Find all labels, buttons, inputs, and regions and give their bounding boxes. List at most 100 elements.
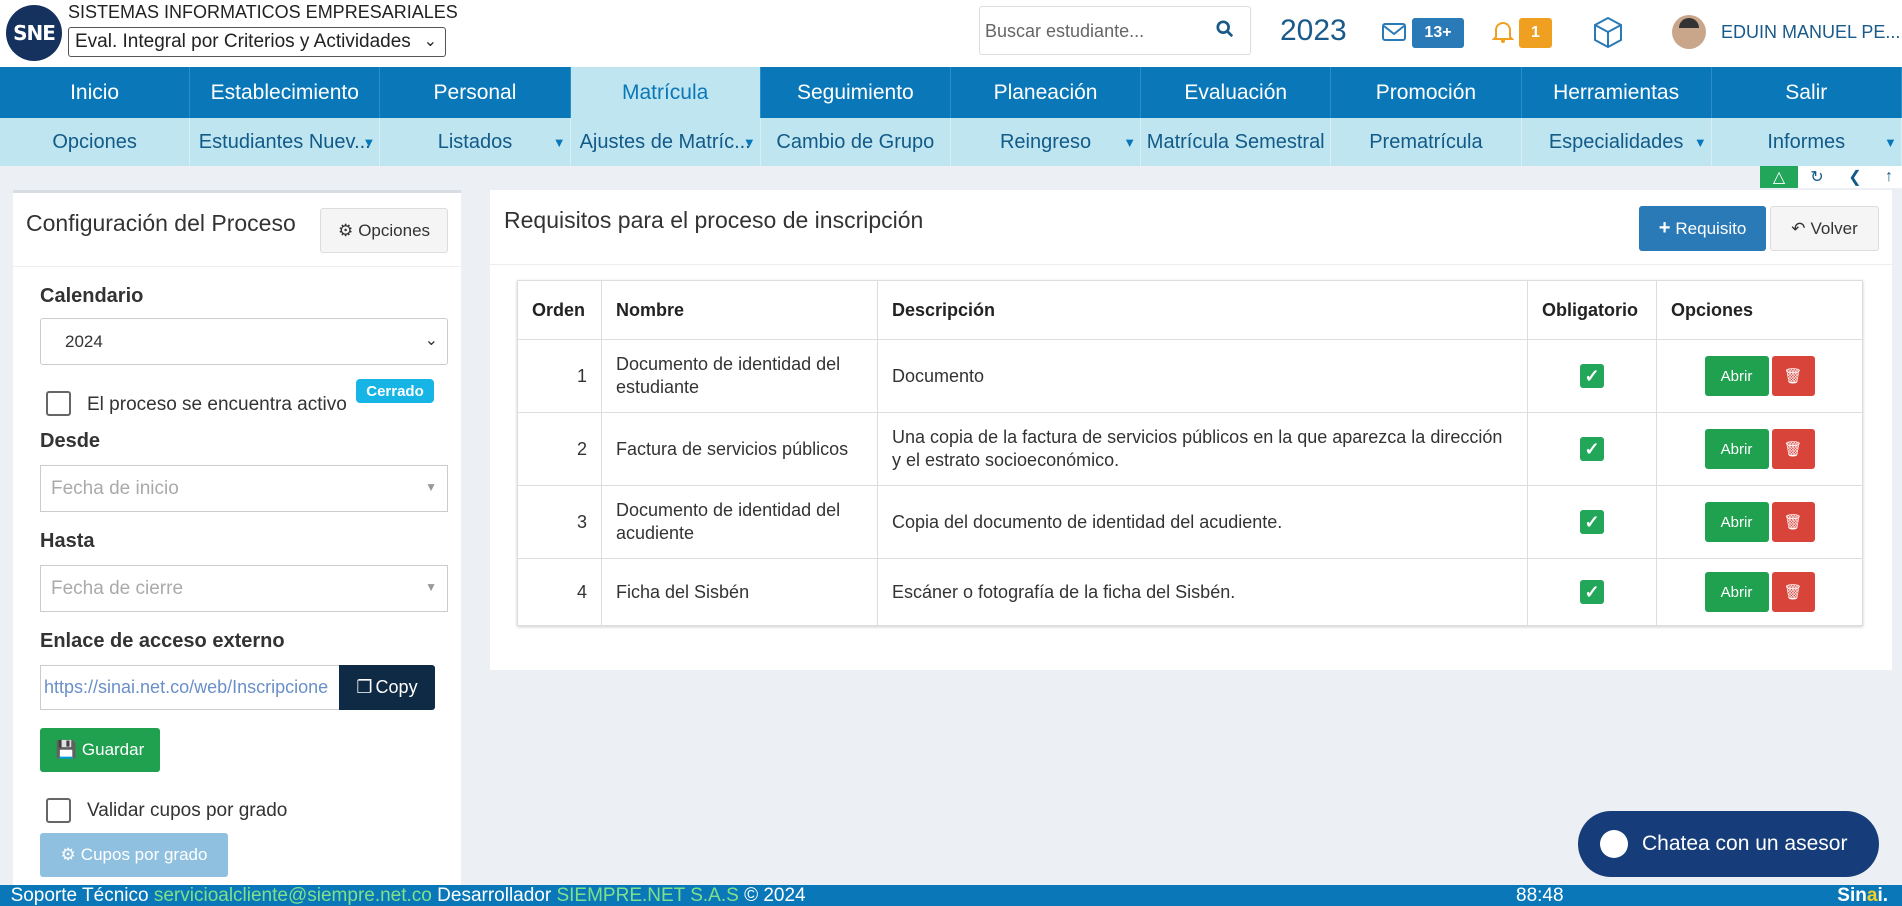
- subnav-matricula-semestral[interactable]: Matrícula Semestral: [1141, 118, 1332, 166]
- active-checkbox[interactable]: [46, 391, 71, 416]
- column-header[interactable]: Nombre: [601, 280, 878, 340]
- search-icon[interactable]: [1216, 20, 1234, 38]
- table-row: 1 Documento de identidad del estudiante …: [517, 339, 1863, 413]
- cubes-icon[interactable]: △: [1760, 166, 1798, 188]
- company-name: SISTEMAS INFORMATICOS EMPRESARIALES: [68, 2, 458, 22]
- quota-by-grade-button[interactable]: ⚙ Cupos por grado: [40, 833, 228, 877]
- from-label: Desde: [40, 430, 101, 452]
- order-cell: 1: [517, 339, 602, 413]
- nav-promocion[interactable]: Promoción: [1331, 67, 1522, 118]
- description-cell: Copia del documento de identidad del acu…: [877, 485, 1528, 559]
- caret-down-icon: ▼: [1693, 135, 1707, 150]
- user-avatar[interactable]: [1672, 15, 1706, 49]
- arrow-up-icon[interactable]: ↑: [1874, 166, 1902, 188]
- developer-link[interactable]: SIEMPRE.NET S.A.S: [556, 885, 738, 906]
- subnav-listados[interactable]: Listados ▼: [380, 118, 571, 166]
- copyright: © 2024: [744, 885, 806, 906]
- copy-icon: ❐: [356, 677, 373, 697]
- trash-icon[interactable]: 🗑: [1771, 356, 1815, 396]
- back-circle-icon[interactable]: ❮: [1836, 166, 1874, 188]
- undo-arrow-icon: ↶: [1791, 218, 1806, 238]
- active-checkbox-label: El proceso se encuentra activo: [87, 394, 347, 415]
- end-date-picker[interactable]: Fecha de cierre ▼: [40, 565, 448, 612]
- caret-down-icon: ▼: [425, 580, 437, 594]
- school-year[interactable]: 2023: [1280, 14, 1347, 48]
- start-date-picker[interactable]: Fecha de inicio ▼: [40, 465, 448, 512]
- subnav-cambio-grupo[interactable]: Cambio de Grupo: [761, 118, 951, 166]
- nav-inicio[interactable]: Inicio: [0, 67, 191, 118]
- mandatory-cell: ✓: [1527, 558, 1657, 626]
- nav-personal[interactable]: Personal: [380, 67, 571, 118]
- copy-button[interactable]: ❐ Copy: [339, 665, 435, 710]
- column-header[interactable]: Obligatorio: [1527, 280, 1657, 340]
- options-cell: Abrir 🗑: [1656, 339, 1863, 413]
- column-header[interactable]: Descripción: [877, 280, 1528, 340]
- validate-quota-checkbox[interactable]: [46, 798, 71, 823]
- open-button[interactable]: Abrir: [1704, 356, 1769, 396]
- nav-evaluacion[interactable]: Evaluación: [1141, 67, 1332, 118]
- subnav-opciones[interactable]: Opciones: [0, 118, 191, 166]
- trash-icon[interactable]: 🗑: [1771, 429, 1815, 469]
- nav-salir[interactable]: Salir: [1712, 67, 1902, 118]
- floppy-icon: 💾: [55, 740, 77, 759]
- options-cell: Abrir 🗑: [1656, 558, 1863, 626]
- external-link-input[interactable]: https://sinai.net.co/web/Inscripcione: [40, 665, 340, 710]
- institution-select[interactable]: Eval. Integral por Criterios y Actividad…: [68, 27, 446, 57]
- divider: [490, 264, 1892, 265]
- open-button[interactable]: Abrir: [1704, 572, 1769, 612]
- panel-title: Configuración del Proceso: [26, 210, 296, 236]
- open-button[interactable]: Abrir: [1704, 429, 1769, 469]
- calendar-select[interactable]: 2024 ⌄: [40, 318, 448, 365]
- subnav-estudiantes-nuevos[interactable]: Estudiantes Nuev... ▼: [190, 118, 381, 166]
- company-logo[interactable]: SNE: [6, 5, 62, 61]
- subnav-reingreso[interactable]: Reingreso ▼: [951, 118, 1142, 166]
- cube-icon[interactable]: [1593, 16, 1623, 48]
- back-button[interactable]: ↶ Volver: [1770, 206, 1879, 251]
- bell-icon[interactable]: [1492, 20, 1514, 44]
- mandatory-cell: ✓: [1527, 485, 1657, 559]
- nav-seguimiento[interactable]: Seguimiento: [761, 67, 951, 118]
- notifications-badge[interactable]: 1: [1519, 18, 1552, 48]
- nav-establecimiento[interactable]: Establecimiento: [190, 67, 381, 118]
- subnav-informes[interactable]: Informes ▼: [1712, 118, 1902, 166]
- support-email-link[interactable]: servicioalcliente@siempre.net.co: [154, 885, 432, 906]
- footer: Soporte Técnico servicioalcliente@siempr…: [0, 885, 1902, 906]
- open-button[interactable]: Abrir: [1704, 502, 1769, 542]
- caret-down-icon: ▼: [552, 135, 566, 150]
- trash-icon[interactable]: 🗑: [1771, 572, 1815, 612]
- options-button[interactable]: ⚙ Opciones: [320, 208, 448, 253]
- table-row: 2 Factura de servicios públicos Una copi…: [517, 412, 1863, 486]
- name-cell: Factura de servicios públicos: [601, 412, 878, 486]
- check-icon: ✓: [1580, 437, 1604, 461]
- column-header[interactable]: Opciones: [1656, 280, 1863, 340]
- subnav-ajustes-matricula[interactable]: Ajustes de Matríc... ▼: [571, 118, 761, 166]
- panel-header: Configuración del Proceso ⚙ Opciones: [13, 193, 461, 267]
- nav-matricula[interactable]: Matrícula: [570, 67, 761, 118]
- subnav-prematricula[interactable]: Prematrícula: [1331, 118, 1522, 166]
- messages-badge[interactable]: 13+: [1412, 18, 1464, 48]
- refresh-icon[interactable]: ↻: [1798, 166, 1836, 188]
- trash-icon[interactable]: 🗑: [1771, 502, 1815, 542]
- institution-value: Eval. Integral por Criterios y Actividad…: [75, 31, 411, 52]
- requirements-table: Orden Nombre Descripción Obligatorio Opc…: [517, 280, 1863, 626]
- nav-herramientas[interactable]: Herramientas: [1522, 67, 1712, 118]
- check-icon: ✓: [1580, 364, 1604, 388]
- chat-with-advisor-button[interactable]: Chatea con un asesor: [1578, 811, 1879, 877]
- table-row: 4 Ficha del Sisbén Escáner o fotografía …: [517, 558, 1863, 626]
- session-timer: 88:48: [1516, 885, 1564, 906]
- column-header[interactable]: Orden: [517, 280, 602, 340]
- student-search-input[interactable]: Buscar estudiante...: [979, 6, 1251, 55]
- caret-down-icon: ▼: [425, 480, 437, 494]
- gear-icon: ⚙: [337, 220, 354, 240]
- nav-planeacion[interactable]: Planeación: [951, 67, 1142, 118]
- envelope-icon[interactable]: [1382, 22, 1406, 42]
- description-cell: Una copia de la factura de servicios púb…: [877, 412, 1528, 486]
- check-icon: ✓: [1580, 580, 1604, 604]
- add-requirement-button[interactable]: + Requisito: [1639, 206, 1766, 251]
- name-cell: Ficha del Sisbén: [601, 558, 878, 626]
- support-label: Soporte Técnico: [10, 885, 149, 906]
- user-name[interactable]: EDUIN MANUEL PE...: [1721, 22, 1900, 43]
- status-badge: Cerrado: [356, 379, 434, 403]
- save-button[interactable]: 💾 Guardar: [40, 728, 160, 772]
- subnav-especialidades[interactable]: Especialidades ▼: [1522, 118, 1712, 166]
